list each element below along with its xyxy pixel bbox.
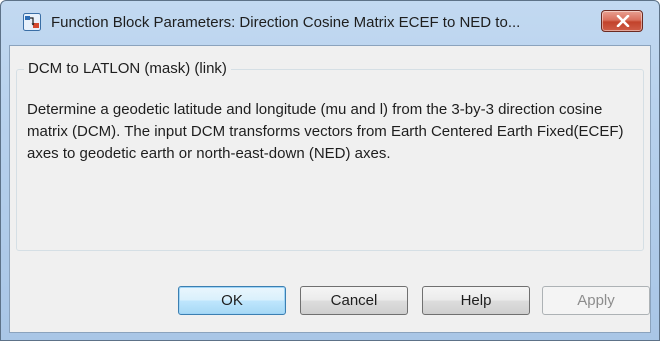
close-icon [616, 15, 630, 27]
apply-button[interactable]: Apply [542, 286, 650, 315]
close-button[interactable] [601, 10, 643, 32]
window-title: Function Block Parameters: Direction Cos… [51, 14, 521, 31]
cancel-button[interactable]: Cancel [300, 286, 408, 315]
dialog-content: Determine a geodetic latitude and longit… [9, 45, 651, 333]
ok-button[interactable]: OK [178, 286, 286, 315]
mask-description: Determine a geodetic latitude and longit… [27, 101, 624, 162]
group-title: DCM to LATLON (mask) (link) [24, 60, 231, 77]
title-bar[interactable]: Function Block Parameters: Direction Cos… [1, 1, 659, 45]
simulink-block-icon [23, 13, 41, 31]
mask-description-group: Determine a geodetic latitude and longit… [16, 69, 644, 251]
help-button[interactable]: Help [422, 286, 530, 315]
dialog-window: Function Block Parameters: Direction Cos… [0, 0, 660, 341]
